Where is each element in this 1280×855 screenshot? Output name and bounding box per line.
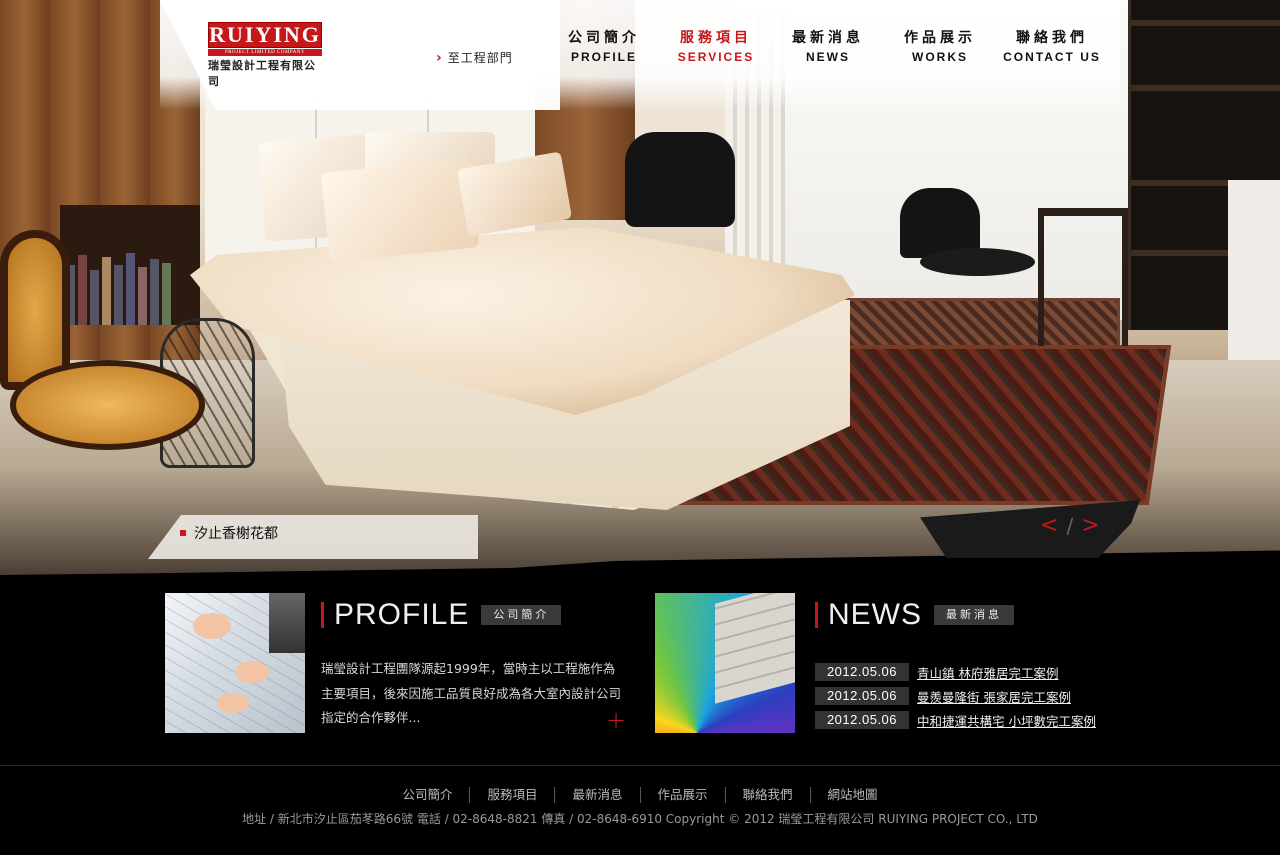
engineering-department-link[interactable]: › 至工程部門 xyxy=(436,49,513,66)
nav-item-contact[interactable]: 聯絡我們 CONTACT US xyxy=(996,28,1108,66)
news-badge: 最新消息 xyxy=(934,605,1014,625)
nav-item-works[interactable]: 作品展示 WORKS xyxy=(884,28,996,66)
profile-description: 瑞瑩設計工程團隊源起1999年，當時主以工程施作為主要項目，後來因施工品質良好成… xyxy=(321,661,622,725)
slide-controls: < / > xyxy=(1040,514,1100,539)
news-thumbnail[interactable] xyxy=(655,593,795,733)
news-list: 2012.05.06 青山鎮 林府雅居完工案例 2012.05.06 曼羨曼隆街… xyxy=(815,660,1096,732)
slide-caption: 汐止香榭花都 xyxy=(148,515,478,559)
slide-separator: / xyxy=(1066,514,1074,538)
profile-heading: PROFILE 公司簡介 xyxy=(321,598,562,631)
nav-item-profile[interactable]: 公司簡介 PROFILE xyxy=(548,28,660,66)
main-nav: 公司簡介 PROFILE 服務項目 SERVICES 最新消息 NEWS 作品展… xyxy=(548,28,1108,66)
news-date: 2012.05.06 xyxy=(815,711,909,729)
nav-label-en: WORKS xyxy=(912,50,968,64)
footer-contact-info: 地址 / 新北市汐止區茄苳路66號 電話 / 02-8648-8821 傳真 /… xyxy=(242,812,1038,826)
footer-link-profile[interactable]: 公司簡介 xyxy=(385,787,469,803)
nav-label-en: CONTACT US xyxy=(1003,50,1101,64)
footer-link-sitemap[interactable]: 網站地圖 xyxy=(809,787,895,803)
news-link[interactable]: 曼羨曼隆街 張家居完工案例 xyxy=(917,687,1071,706)
desk-chair xyxy=(900,188,1035,318)
news-link[interactable]: 青山鎮 林府雅居完工案例 xyxy=(917,663,1058,682)
news-date: 2012.05.06 xyxy=(815,663,909,681)
logo[interactable]: RUIYING PROJECT LIMITED COMPANY 瑞瑩設計工程有限… xyxy=(208,22,322,90)
massage-chair xyxy=(625,132,735,227)
list-item: 2012.05.06 青山鎮 林府雅居完工案例 xyxy=(815,660,1096,684)
footer-link-services[interactable]: 服務項目 xyxy=(469,787,554,803)
list-item: 2012.05.06 曼羨曼隆街 張家居完工案例 xyxy=(815,684,1096,708)
logo-subtitle: PROJECT LIMITED COMPANY xyxy=(208,49,322,56)
desk xyxy=(1038,208,1128,348)
bullet-square-icon xyxy=(180,530,186,536)
nav-label-en: PROFILE xyxy=(570,50,637,64)
profile-badge: 公司簡介 xyxy=(481,605,562,625)
news-heading: NEWS 最新消息 xyxy=(815,600,1014,630)
chevron-left-icon[interactable]: < xyxy=(1040,514,1058,538)
nav-label-zh: 聯絡我們 xyxy=(1016,30,1088,46)
nav-item-news[interactable]: 最新消息 NEWS xyxy=(772,28,884,66)
engineering-link-label: 至工程部門 xyxy=(447,51,513,65)
slide-caption-text: 汐止香榭花都 xyxy=(194,526,278,542)
heading-accent-bar xyxy=(815,602,818,628)
nav-label-zh: 服務項目 xyxy=(680,30,752,46)
footer-nav: 公司簡介 服務項目 最新消息 作品展示 聯絡我們 網站地圖 xyxy=(0,787,1280,803)
news-date: 2012.05.06 xyxy=(815,687,909,705)
profile-title: PROFILE xyxy=(334,598,470,631)
nav-label-zh: 最新消息 xyxy=(792,30,864,46)
pillow xyxy=(320,157,480,263)
chevron-right-icon: › xyxy=(436,49,443,66)
hero-banner xyxy=(0,0,1280,575)
armchair xyxy=(0,230,210,510)
nav-label-zh: 公司簡介 xyxy=(568,30,640,46)
nav-label-zh: 作品展示 xyxy=(904,30,976,46)
nav-label-en: SERVICES xyxy=(677,50,755,64)
logo-mark: RUIYING xyxy=(208,22,322,48)
nav-label-en: NEWS xyxy=(806,50,850,64)
logo-company-name: 瑞瑩設計工程有限公司 xyxy=(208,59,316,88)
footer-divider xyxy=(0,765,1280,766)
heading-accent-bar xyxy=(321,602,324,628)
list-item: 2012.05.06 中和捷運共構宅 小坪數完工案例 xyxy=(815,708,1096,732)
footer-link-contact[interactable]: 聯絡我們 xyxy=(724,787,810,803)
news-link[interactable]: 中和捷運共構宅 小坪數完工案例 xyxy=(917,711,1096,730)
chevron-right-icon[interactable]: > xyxy=(1081,514,1099,538)
plus-icon[interactable]: + xyxy=(606,708,626,732)
news-title: NEWS xyxy=(828,598,922,631)
profile-thumbnail[interactable] xyxy=(165,593,305,733)
footer-link-works[interactable]: 作品展示 xyxy=(639,787,725,803)
nav-item-services[interactable]: 服務項目 SERVICES xyxy=(660,28,772,66)
footer-link-news[interactable]: 最新消息 xyxy=(554,787,639,803)
